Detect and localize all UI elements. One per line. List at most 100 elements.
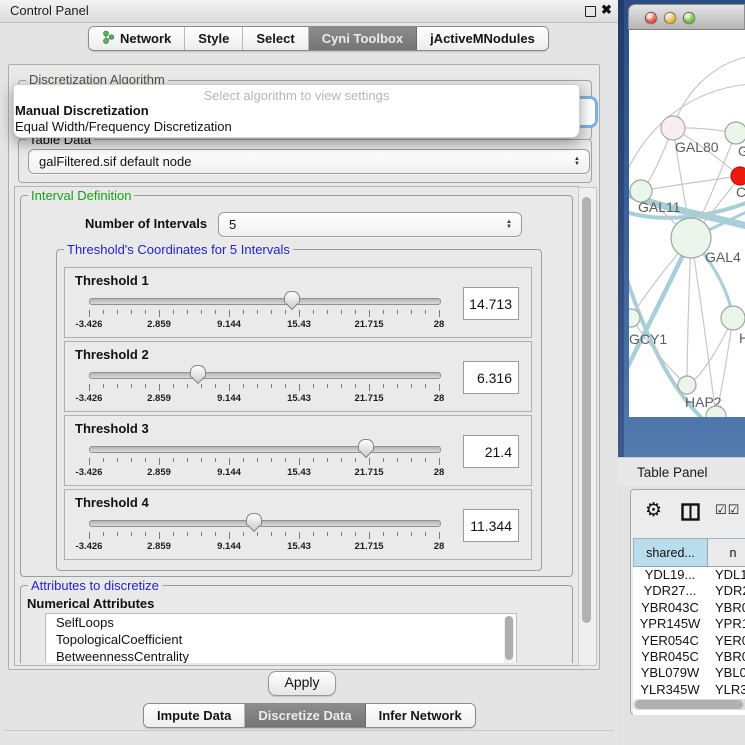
tab-discretize-data[interactable]: Discretize Data xyxy=(245,704,365,727)
close-traffic-light-icon[interactable] xyxy=(645,12,657,24)
apply-button[interactable]: Apply xyxy=(268,671,336,696)
number-of-intervals-value: 5 xyxy=(229,217,236,232)
slider-thumb[interactable] xyxy=(190,365,206,377)
network-node-gal80[interactable] xyxy=(661,116,685,140)
tab-label: Network xyxy=(120,31,171,46)
close-icon[interactable]: ✖ xyxy=(601,2,612,18)
cell-name[interactable]: YLR3 xyxy=(707,682,745,698)
slider-track[interactable] xyxy=(89,520,441,527)
cell-name[interactable]: YBL0 xyxy=(707,665,745,681)
network-window-titlebar[interactable] xyxy=(628,4,745,30)
network-edge xyxy=(631,318,687,385)
tab-jactivemnodules[interactable]: jActiveMNodules xyxy=(417,27,548,50)
tab-label: jActiveMNodules xyxy=(430,31,535,46)
cell-shared-name[interactable]: YDL19... xyxy=(633,567,707,583)
node-attribute-table[interactable]: shared... n YDL19...YDL1YDR27...YDR2YBR0… xyxy=(633,538,745,715)
network-node-ga[interactable] xyxy=(725,122,745,144)
threshold-panel-4: Threshold 4-3.4262.8599.14415.4321.71528… xyxy=(64,489,532,560)
attribute-item[interactable]: TopologicalCoefficient xyxy=(46,631,516,648)
network-edge xyxy=(687,238,691,385)
slider-thumb[interactable] xyxy=(284,291,300,303)
network-node-c[interactable] xyxy=(731,167,745,185)
table-row[interactable]: YPR145WYPR1 xyxy=(633,616,745,632)
table-row[interactable]: YLR345WYLR3 xyxy=(633,682,745,698)
tab-network[interactable]: Network xyxy=(89,27,185,50)
zoom-traffic-light-icon[interactable] xyxy=(683,12,695,24)
cell-shared-name[interactable]: YER054C xyxy=(633,633,707,649)
network-edge xyxy=(641,176,740,191)
cell-name[interactable]: YDR2 xyxy=(707,583,745,599)
cell-name[interactable]: YBR0 xyxy=(707,600,745,616)
vertical-scrollbar[interactable] xyxy=(578,187,597,666)
table-header-row: shared... n xyxy=(633,538,745,567)
network-node-hap2[interactable] xyxy=(678,376,696,394)
control-panel-title: Control Panel xyxy=(10,3,89,18)
slider-ticks xyxy=(65,458,531,466)
gear-icon[interactable]: ⚙ xyxy=(645,499,662,521)
table-row[interactable]: YBR043CYBR0 xyxy=(633,600,745,616)
threshold-value-field[interactable]: 21.4 xyxy=(463,435,519,468)
threshold-panel-1: Threshold 1-3.4262.8599.14415.4321.71528… xyxy=(64,267,532,338)
numerical-attributes-label: Numerical Attributes xyxy=(27,596,154,611)
algorithm-hint: Select algorithm to view settings xyxy=(14,88,579,103)
cell-shared-name[interactable]: YBR045C xyxy=(633,649,707,665)
tab-impute-data[interactable]: Impute Data xyxy=(144,704,245,727)
cell-name[interactable]: YER0 xyxy=(707,633,745,649)
slider-tick-labels: -3.4262.8599.14415.4321.71528 xyxy=(65,393,531,405)
network-canvas[interactable]: GAL80GACGAL11GAL4GCY1HHAP2 xyxy=(629,30,745,417)
tab-infer-network[interactable]: Infer Network xyxy=(366,704,475,727)
spinner-arrows-icon[interactable]: ▲▼ xyxy=(574,157,580,167)
checkbox-icons[interactable]: ☑☑ xyxy=(715,503,740,518)
slider-ticks xyxy=(65,532,531,540)
table-row[interactable]: YBL079WYBL0 xyxy=(633,665,745,681)
table-panel: ⚙ ☑☑ shared... n YDL19...YDL1YDR27...YDR… xyxy=(618,486,745,745)
slider-thumb[interactable] xyxy=(358,439,374,451)
cell-shared-name[interactable]: YPR145W xyxy=(633,616,707,632)
tab-label: Style xyxy=(198,31,229,46)
numerical-attributes-list[interactable]: SelfLoopsTopologicalCoefficientBetweenne… xyxy=(45,613,517,663)
cell-name[interactable]: YBR0 xyxy=(707,649,745,665)
table-row[interactable]: YDL19...YDL1 xyxy=(633,567,745,583)
table-row[interactable]: YBR045CYBR0 xyxy=(633,649,745,665)
threshold-value-field[interactable]: 11.344 xyxy=(463,509,519,542)
table-row[interactable]: YER054CYER0 xyxy=(633,633,745,649)
control-panel-titlebar: Control Panel ✖ xyxy=(0,0,618,23)
minimize-traffic-light-icon[interactable] xyxy=(664,12,676,24)
table-row[interactable]: YDR27...YDR2 xyxy=(633,583,745,599)
float-window-icon[interactable] xyxy=(585,6,596,17)
algorithm-option-2[interactable]: Equal Width/Frequency Discretization xyxy=(15,119,232,134)
attribute-item[interactable]: SelfLoops xyxy=(46,614,516,631)
spinner-arrows-icon[interactable]: ▲▼ xyxy=(506,220,512,230)
attributes-list-scrollbar[interactable] xyxy=(504,616,514,663)
number-of-intervals-combobox[interactable]: 5 ▲▼ xyxy=(218,212,522,237)
tab-select[interactable]: Select xyxy=(243,27,308,50)
tab-style[interactable]: Style xyxy=(185,27,243,50)
threshold-label: Threshold 2 xyxy=(75,347,149,362)
cell-name[interactable]: YDL1 xyxy=(707,567,745,583)
table-panel-titlebar: Table Panel xyxy=(618,457,745,488)
cell-shared-name[interactable]: YDR27... xyxy=(633,583,707,599)
slider-track[interactable] xyxy=(89,446,441,453)
vertical-scrollbar-thumb[interactable] xyxy=(582,197,591,623)
tab-label: Select xyxy=(256,31,294,46)
cell-shared-name[interactable]: YBL079W xyxy=(633,665,707,681)
column-header-name[interactable]: n xyxy=(708,539,745,566)
column-header-shared-name[interactable]: shared... xyxy=(634,539,708,566)
slider-track[interactable] xyxy=(89,298,441,305)
slider-track[interactable] xyxy=(89,372,441,379)
slider-thumb[interactable] xyxy=(246,513,262,525)
network-node-h[interactable] xyxy=(721,306,745,330)
cell-name[interactable]: YPR1 xyxy=(707,616,745,632)
cell-shared-name[interactable]: YLR345W xyxy=(633,682,707,698)
table-data-combobox[interactable]: galFiltered.sif default node ▲▼ xyxy=(28,149,590,174)
cell-shared-name[interactable]: YBR043C xyxy=(633,600,707,616)
algorithm-option-1[interactable]: Manual Discretization xyxy=(15,103,149,118)
threshold-value-field[interactable]: 6.316 xyxy=(463,361,519,394)
tab-cyni-toolbox[interactable]: Cyni Toolbox xyxy=(309,27,417,50)
attribute-item[interactable]: BetweennessCentrality xyxy=(46,648,516,663)
horizontal-scrollbar[interactable] xyxy=(633,699,745,710)
split-columns-icon[interactable] xyxy=(681,503,700,526)
horizontal-scrollbar-thumb[interactable] xyxy=(635,700,743,709)
threshold-value-field[interactable]: 14.713 xyxy=(463,287,519,320)
control-panel: Control Panel ✖ Network Style Select Cyni T… xyxy=(0,0,618,745)
